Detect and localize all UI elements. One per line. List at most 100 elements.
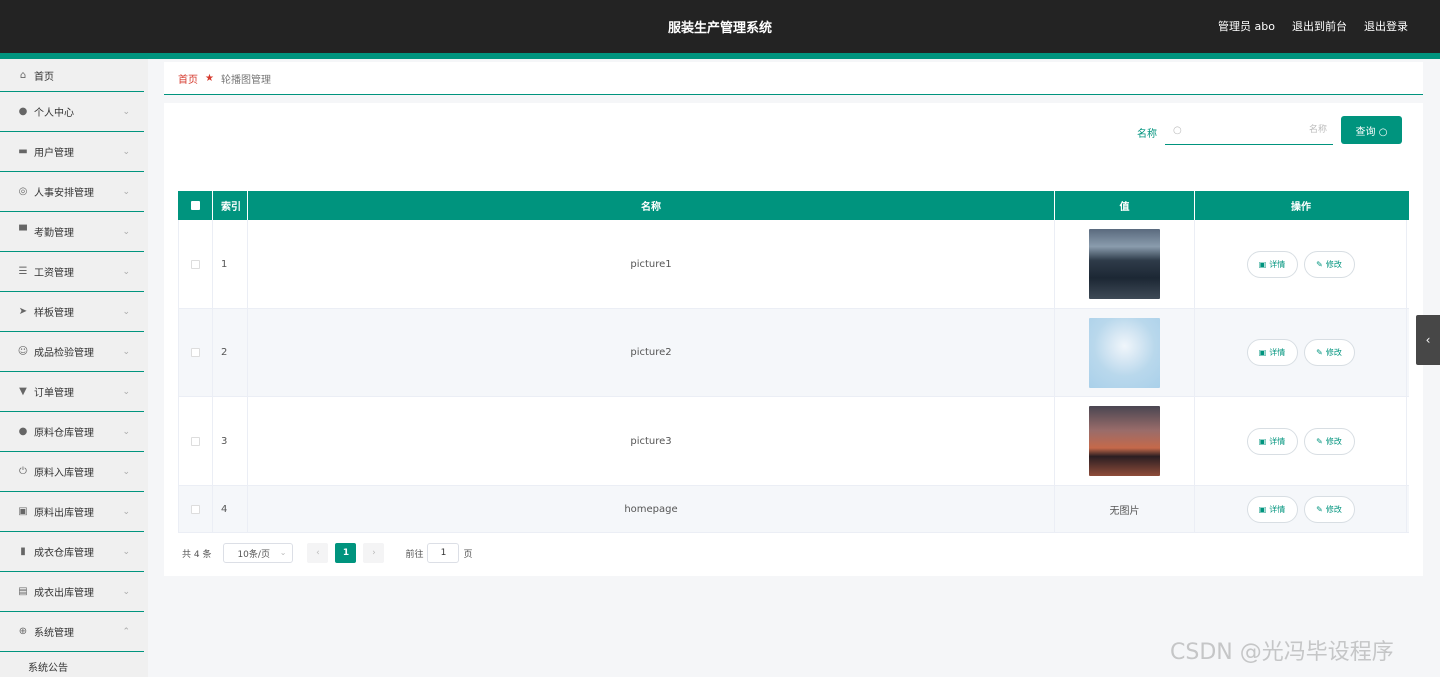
sidebar-item-label: 首页 [34,71,54,83]
row-name: homepage [248,486,1055,532]
page-number-button[interactable]: 1 [335,543,357,563]
side-panel-toggle[interactable]: ‹ [1416,315,1440,365]
sidebar-item-label: 成品检验管理 [34,348,94,359]
row-name: picture3 [248,397,1055,485]
sidebar-item-raw-warehouse[interactable]: ● 原料仓库管理 ⌄ [0,412,144,452]
content-card: 名称 ○ 查询 ○ 索引 名称 值 操作 1 picture1 ▣详情 ✎修改 [164,103,1423,576]
breadcrumb: 首页 ★ 轮播图管理 [164,62,1423,95]
detail-button[interactable]: ▣ 详情 [1246,339,1298,366]
detail-button[interactable]: ▣ 详情 [1246,250,1298,278]
sidebar-item-orders[interactable]: ▼ 订单管理 ⌄ [0,372,144,412]
document-icon: ▣ [1258,348,1267,357]
sidebar-item-users[interactable]: ▬ 用户管理 ⌄ [0,132,144,172]
sidebar-item-label: 成衣出库管理 [34,588,94,599]
row-actions: ▣ 详情 ✎ 修改 [1195,309,1407,396]
person-icon: ● [18,426,28,437]
row-name: picture2 [248,309,1055,396]
search-button[interactable]: 查询 ○ [1341,116,1402,144]
checkbox-box [191,348,200,357]
detail-button-label: 详情 [1269,259,1286,269]
power-icon: ⏻ [19,466,27,477]
sidebar-item-attendance[interactable]: ▀ 考勤管理 ⌄ [0,212,144,252]
banner-table: 索引 名称 值 操作 1 picture1 ▣ 详情 ✎ 修改 2 picture2… [178,191,1409,533]
sidebar-item-profile[interactable]: ● 个人中心 ⌄ [0,92,144,132]
chevron-down-icon: ⌄ [122,146,130,157]
home-icon: ⌂ [19,69,27,81]
chat-icon: ▀ [19,226,27,237]
checkbox-box [191,259,200,269]
row-actions: ▣ 详情 ✎ 修改 [1195,220,1407,308]
logout-link[interactable]: 退出登录 [1364,18,1408,34]
next-page-button[interactable]: › [363,543,385,563]
chevron-down-icon: ⌄ [122,466,130,477]
row-checkbox[interactable] [178,486,213,532]
banner-thumbnail[interactable] [1089,229,1160,299]
edit-icon: ✎ [1316,348,1323,357]
banner-thumbnail[interactable] [1089,317,1160,388]
breadcrumb-current: 轮播图管理 [220,74,271,86]
edit-button[interactable]: ✎ 修改 [1303,250,1355,278]
chevron-left-icon: ‹ [1425,333,1431,347]
current-user: 管理员 abo [1218,20,1275,33]
column-header-name: 名称 [248,191,1055,220]
edit-button[interactable]: ✎ 修改 [1303,495,1355,523]
search-icon: ○ [1378,126,1388,138]
sidebar-subitem-announcement[interactable]: 系统公告 [0,652,144,677]
trash-icon: ▣ [18,506,28,517]
sidebar-item-salary[interactable]: ☰ 工资管理 ⌄ [0,252,144,292]
row-name: picture1 [248,220,1055,308]
row-value [1055,397,1195,485]
sidebar-item-raw-outbound[interactable]: ▣ 原料出库管理 ⌄ [0,492,144,532]
row-actions: ▣ 详情 ✎ 修改 [1195,397,1407,485]
sidebar-item-garment-warehouse[interactable]: ▮ 成衣仓库管理 ⌄ [0,532,144,572]
clipboard-icon: ▤ [18,586,28,597]
sidebar-item-label: 成衣仓库管理 [34,548,94,559]
document-icon: ▣ [1258,436,1267,446]
edit-icon: ✎ [1316,259,1323,269]
detail-button[interactable]: ▣ 详情 [1246,495,1298,523]
chevron-down-icon: ⌄ [122,186,130,197]
chevron-down-icon: ⌄ [122,306,130,317]
pin-icon: ▼ [19,386,27,397]
search-input[interactable] [1187,120,1331,140]
sidebar-item-label: 样板管理 [34,308,74,319]
select-all-checkbox[interactable] [178,191,213,220]
column-header-value: 值 [1055,191,1195,220]
page-size-select[interactable]: 10条/页 ⌄ [223,543,294,563]
star-icon: ★ [205,72,214,84]
sidebar-item-home[interactable]: ⌂ 首页 [0,59,144,92]
row-checkbox[interactable] [178,220,213,308]
sidebar-item-system[interactable]: ⊕ 系统管理 ⌃ [0,612,144,652]
sidebar-item-samples[interactable]: ➤ 样板管理 ⌄ [0,292,144,332]
detail-button-label: 详情 [1269,436,1286,446]
page-size-value: 10条/页 [237,549,270,560]
row-checkbox[interactable] [178,309,213,396]
sidebar-item-garment-outbound[interactable]: ▤ 成衣出库管理 ⌄ [0,572,144,612]
goto-page-input[interactable] [427,543,460,563]
column-header-index: 索引 [213,191,248,220]
checkbox-box [191,504,200,514]
smile-icon: ☺ [17,346,29,357]
table-row: 2 picture2 ▣ 详情 ✎ 修改 [178,309,1409,397]
sidebar-item-personnel[interactable]: ◎ 人事安排管理 ⌄ [0,172,144,212]
row-checkbox[interactable] [178,397,213,485]
goto-label: 前往 [405,549,424,560]
edit-button-label: 修改 [1325,348,1342,357]
list-icon: ☰ [18,266,28,277]
breadcrumb-home[interactable]: 首页 [178,71,198,86]
edit-button[interactable]: ✎ 修改 [1303,427,1355,455]
row-value [1055,309,1195,396]
sidebar-item-raw-inbound[interactable]: ⏻ 原料入库管理 ⌄ [0,452,144,492]
exit-to-front-link[interactable]: 退出到前台 [1292,18,1347,34]
row-index: 2 [213,309,248,396]
column-header-actions: 操作 [1291,202,1311,213]
sidebar-item-inspection[interactable]: ☺ 成品检验管理 ⌄ [0,332,144,372]
prev-page-button[interactable]: ‹ [307,543,329,563]
banner-thumbnail[interactable] [1089,406,1160,476]
detail-button[interactable]: ▣ 详情 [1246,427,1298,455]
chevron-down-icon: ⌄ [122,226,130,237]
table-row: 1 picture1 ▣ 详情 ✎ 修改 [178,220,1409,309]
edit-button[interactable]: ✎ 修改 [1303,339,1355,366]
sidebar-item-label: 原料仓库管理 [34,428,94,439]
row-index: 3 [213,397,248,485]
